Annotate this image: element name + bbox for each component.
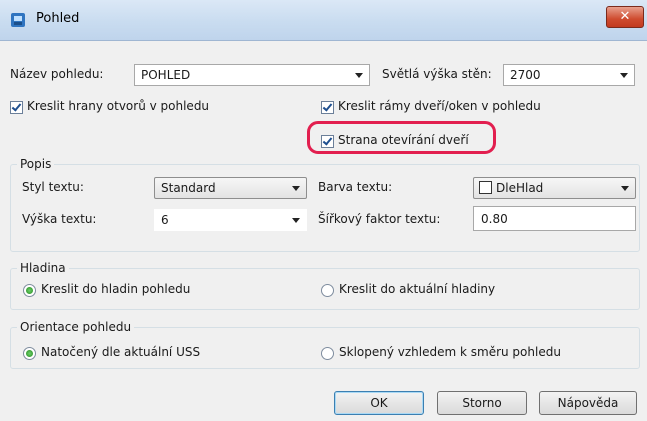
text-style-value: Standard bbox=[161, 181, 216, 195]
current-layer-radio[interactable] bbox=[321, 284, 334, 297]
chevron-down-icon bbox=[355, 73, 363, 78]
view-layers-radio[interactable] bbox=[23, 284, 36, 297]
orientace-group-title: Orientace pohledu bbox=[17, 320, 135, 334]
chevron-down-icon bbox=[621, 186, 629, 191]
chevron-down-icon bbox=[292, 186, 300, 191]
title-bar: Pohled ✕ bbox=[0, 0, 647, 41]
highlight-marker bbox=[307, 121, 496, 154]
ok-button[interactable]: OK bbox=[334, 391, 424, 415]
close-button[interactable]: ✕ bbox=[606, 6, 644, 28]
color-swatch-icon bbox=[479, 181, 492, 194]
help-button[interactable]: Nápověda bbox=[539, 391, 637, 415]
clear-height-value: 2700 bbox=[510, 68, 541, 82]
width-factor-input[interactable]: 0.80 bbox=[473, 206, 636, 231]
text-color-label: Barva textu: bbox=[318, 180, 393, 194]
rotated-radio[interactable] bbox=[23, 347, 36, 360]
tilted-label[interactable]: Sklopený vzhledem k směru pohledu bbox=[339, 345, 561, 359]
popis-group-title: Popis bbox=[17, 157, 55, 171]
window-title: Pohled bbox=[36, 11, 80, 26]
view-name-label: Název pohledu: bbox=[10, 67, 104, 81]
text-style-combo[interactable]: Standard bbox=[154, 177, 307, 199]
text-color-display: DleHlad bbox=[479, 181, 543, 195]
draw-opening-edges-checkbox[interactable] bbox=[10, 101, 23, 114]
clear-height-combo[interactable]: 2700 bbox=[503, 64, 635, 86]
rotated-label[interactable]: Natočený dle aktuální USS bbox=[41, 345, 200, 359]
view-name-combo[interactable]: POHLED bbox=[134, 64, 370, 86]
view-layers-label[interactable]: Kreslit do hladin pohledu bbox=[41, 282, 190, 296]
chevron-down-icon bbox=[292, 218, 300, 223]
app-icon bbox=[11, 13, 25, 27]
draw-door-frames-checkbox[interactable] bbox=[321, 101, 334, 114]
cancel-button[interactable]: Storno bbox=[437, 391, 527, 415]
text-height-label: Výška textu: bbox=[22, 212, 97, 226]
text-color-combo[interactable]: DleHlad bbox=[473, 177, 636, 199]
hladina-group-title: Hladina bbox=[17, 261, 69, 275]
text-height-value: 6 bbox=[161, 213, 169, 227]
view-name-value: POHLED bbox=[141, 68, 191, 82]
dialog-body: Název pohledu: POHLED Světlá výška stěn:… bbox=[0, 41, 647, 421]
current-layer-label[interactable]: Kreslit do aktuální hladiny bbox=[339, 282, 495, 296]
text-color-value: DleHlad bbox=[496, 181, 544, 195]
clear-height-label: Světlá výška stěn: bbox=[382, 67, 492, 81]
text-style-label: Styl textu: bbox=[22, 180, 84, 194]
draw-door-frames-label[interactable]: Kreslit rámy dveří/oken v pohledu bbox=[338, 99, 541, 113]
width-factor-value: 0.80 bbox=[481, 212, 508, 226]
tilted-radio[interactable] bbox=[321, 347, 334, 360]
draw-opening-edges-label[interactable]: Kreslit hrany otvorů v pohledu bbox=[27, 99, 209, 113]
width-factor-label: Šířkový faktor textu: bbox=[318, 212, 441, 226]
text-height-combo[interactable]: 6 bbox=[154, 209, 307, 231]
chevron-down-icon bbox=[620, 73, 628, 78]
